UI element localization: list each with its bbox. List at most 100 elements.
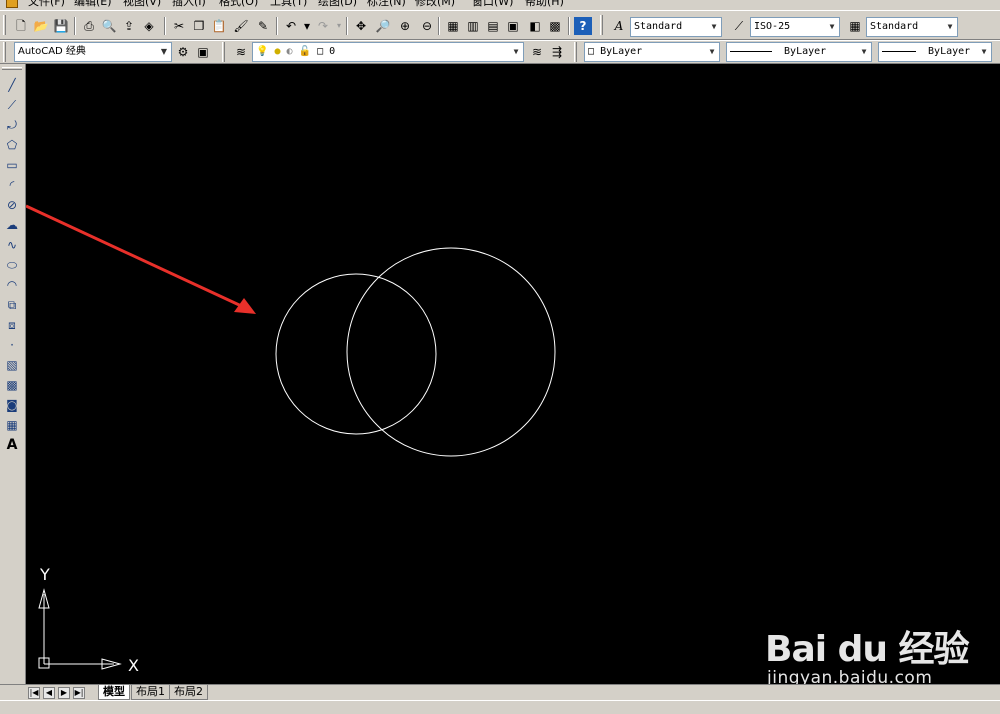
block-editor-icon[interactable]: ✎	[254, 17, 272, 35]
toolbar-grip[interactable]	[3, 15, 6, 35]
layer-lock-icon: 🔓	[298, 46, 312, 57]
chevron-down-icon: ▼	[705, 43, 719, 61]
toolbar-grip[interactable]	[2, 67, 22, 70]
text-style-select[interactable]: Standard ▼	[630, 17, 722, 37]
gradient-icon[interactable]: ▩	[3, 376, 21, 394]
layer-previous-icon[interactable]: ⇶	[548, 43, 566, 61]
next-tab-icon[interactable]: ▶	[58, 687, 70, 699]
table-icon[interactable]: ▦	[3, 416, 21, 434]
calculator-icon[interactable]: ▩	[546, 17, 564, 35]
linetype-control-select[interactable]: ByLayer ▼	[726, 42, 872, 62]
menu-modify[interactable]: 修改(M)	[415, 0, 455, 8]
revision-cloud-icon[interactable]: ☁	[3, 216, 21, 234]
tab-layout1[interactable]: 布局1	[131, 685, 170, 700]
spline-icon[interactable]: ∿	[3, 236, 21, 254]
save-icon[interactable]: 💾	[52, 17, 70, 35]
color-swatch-icon: □	[588, 46, 595, 57]
polygon-icon[interactable]: ⬠	[3, 136, 21, 154]
circle-small[interactable]	[275, 273, 437, 435]
circle-large[interactable]	[346, 247, 556, 457]
paste-icon[interactable]: 📋	[210, 17, 228, 35]
tab-model[interactable]: 模型	[98, 685, 130, 700]
last-tab-icon[interactable]: ▶|	[73, 687, 85, 699]
cut-icon[interactable]: ✂	[170, 17, 188, 35]
menu-format[interactable]: 格式(O)	[219, 0, 258, 8]
help-icon[interactable]: ?	[574, 17, 592, 35]
my-workspace-icon[interactable]: ▣	[194, 43, 212, 61]
layout-tabs-bar: |◀ ◀ ▶ ▶| 模型 布局1 布局2	[0, 684, 1000, 700]
workspace-select[interactable]: AutoCAD 经典 ▼	[14, 42, 172, 62]
zoom-realtime-icon[interactable]: 🔎	[374, 17, 392, 35]
dim-style-icon[interactable]: ⟋	[730, 17, 748, 35]
chevron-down-icon: ▼	[707, 18, 721, 36]
arc-icon[interactable]: ◜	[3, 176, 21, 194]
baidu-watermark: Bai du 经验 jingyan.baidu.com	[765, 610, 970, 690]
print-icon[interactable]: ⎙	[80, 17, 98, 35]
hatch-icon[interactable]: ▧	[3, 356, 21, 374]
dim-style-select[interactable]: ISO-25 ▼	[750, 17, 840, 37]
command-line-area[interactable]	[0, 700, 1000, 714]
menu-help[interactable]: 帮助(H)	[525, 0, 564, 8]
tab-layout2[interactable]: 布局2	[169, 685, 208, 700]
region-icon[interactable]: ◙	[3, 396, 21, 414]
multiline-text-button[interactable]: A	[3, 436, 21, 454]
properties-icon[interactable]: ▦	[444, 17, 462, 35]
ellipse-icon[interactable]: ⬭	[3, 256, 21, 274]
table-style-select[interactable]: Standard ▼	[866, 17, 958, 37]
layer-select[interactable]: 💡 ● ◐ 🔓 □ 0 ▼	[252, 42, 524, 62]
open-file-icon[interactable]: 📂	[32, 17, 50, 35]
line-icon[interactable]: ╱	[3, 76, 21, 94]
annotation-arrow	[26, 204, 251, 312]
construction-line-icon[interactable]: ⟋	[3, 96, 21, 114]
zoom-previous-icon[interactable]: ⊖	[418, 17, 436, 35]
polyline-icon[interactable]: ⤾	[3, 116, 21, 134]
match-properties-icon[interactable]: 🖌	[232, 17, 250, 35]
table-style-icon[interactable]: ▦	[846, 17, 864, 35]
layer-color-icon: □	[317, 46, 324, 57]
3d-dwf-icon[interactable]: ◈	[140, 17, 158, 35]
menu-dimension[interactable]: 标注(N)	[367, 0, 406, 8]
publish-icon[interactable]: ⇪	[120, 17, 138, 35]
menu-view[interactable]: 视图(V)	[123, 0, 161, 8]
make-block-icon[interactable]: ⧈	[3, 316, 21, 334]
menu-draw[interactable]: 绘图(D)	[318, 0, 357, 8]
lineweight-control-select[interactable]: ByLayer ▼	[878, 42, 992, 62]
pan-realtime-icon[interactable]: ✥	[352, 17, 370, 35]
markup-set-icon[interactable]: ◧	[526, 17, 544, 35]
tool-palettes-icon[interactable]: ▤	[484, 17, 502, 35]
make-layer-current-icon[interactable]: ≋	[528, 43, 546, 61]
insert-block-icon[interactable]: ⧉	[3, 296, 21, 314]
menu-edit[interactable]: 编辑(E)	[74, 0, 112, 8]
sheet-set-icon[interactable]: ▣	[504, 17, 522, 35]
ellipse-arc-icon[interactable]: ◠	[3, 276, 21, 294]
menu-insert[interactable]: 插入(I)	[172, 0, 206, 8]
zoom-window-icon[interactable]: ⊕	[396, 17, 414, 35]
menu-window[interactable]: 窗口(W)	[472, 0, 513, 8]
copy-icon[interactable]: ❐	[190, 17, 208, 35]
layer-manager-icon[interactable]: ≋	[232, 43, 250, 61]
first-tab-icon[interactable]: |◀	[28, 687, 40, 699]
toolbar-grip[interactable]	[600, 15, 603, 35]
app-icon[interactable]	[6, 0, 18, 8]
workspace-settings-icon[interactable]: ⚙	[174, 43, 192, 61]
toolbar-grip[interactable]	[3, 42, 6, 62]
point-icon[interactable]: ·	[3, 336, 21, 354]
design-center-icon[interactable]: ▥	[464, 17, 482, 35]
drawing-svg: Y X	[26, 204, 556, 675]
chevron-down-icon: ▼	[825, 18, 839, 36]
prev-tab-icon[interactable]: ◀	[43, 687, 55, 699]
toolbar-grip[interactable]	[222, 42, 225, 62]
menu-tools[interactable]: 工具(T)	[270, 0, 307, 8]
menu-file[interactable]: 文件(F)	[28, 0, 65, 8]
layer-vp-icon: ◐	[286, 46, 293, 57]
color-control-select[interactable]: □ ByLayer ▼	[584, 42, 720, 62]
toolbar-grip[interactable]	[574, 42, 577, 62]
chevron-down-icon: ▼	[509, 43, 523, 61]
chevron-down-icon: ▼	[977, 43, 991, 61]
print-preview-icon[interactable]: 🔍	[100, 17, 118, 35]
rectangle-icon[interactable]: ▭	[3, 156, 21, 174]
new-file-icon[interactable]: 🗋	[12, 17, 30, 35]
drawing-canvas[interactable]: Y X	[26, 64, 1000, 684]
text-style-icon[interactable]: A	[610, 17, 628, 35]
circle-icon[interactable]: ⊘	[3, 196, 21, 214]
